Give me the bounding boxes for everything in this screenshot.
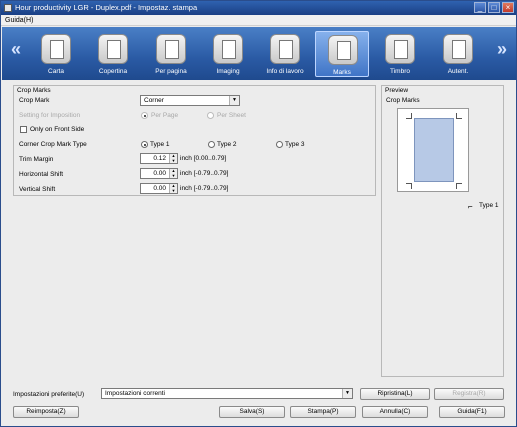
front-only-label: Only on Front Side	[30, 126, 85, 133]
crop-mark-top-right	[456, 113, 462, 119]
horizontal-shift-value: 0.00	[153, 170, 166, 177]
imposition-label: Setting for Imposition	[19, 112, 81, 119]
tab-label: Info di lavoro	[266, 68, 304, 75]
per-page-radio	[141, 112, 148, 119]
tab-imaging[interactable]: Imaging	[201, 31, 255, 77]
paper-icon	[41, 34, 71, 64]
per-page-icon	[156, 34, 186, 64]
tab-info-di-lavoro[interactable]: Info di lavoro	[258, 31, 312, 77]
presets-label: Impostazioni preferite(U)	[13, 391, 85, 398]
tab-label: Autent.	[447, 68, 469, 75]
horizontal-shift-label: Horizontal Shift	[19, 171, 64, 178]
trim-margin-stepper[interactable]: 0.12 ▲ ▼	[140, 153, 178, 164]
group-title: Crop Marks	[17, 87, 51, 94]
per-sheet-label: Per Sheet	[217, 112, 246, 119]
crop-mark-select[interactable]: Corner ▼	[140, 95, 240, 106]
preview-page	[397, 108, 469, 192]
stepper-arrows-icon[interactable]: ▲ ▼	[169, 153, 177, 163]
type1-radio[interactable]	[141, 141, 148, 148]
preview-group: Preview Crop Marks ⌐ Type 1	[381, 85, 504, 377]
crop-mark-label: Crop Mark	[19, 97, 50, 104]
preview-type-label: Type 1	[479, 202, 499, 209]
tab-per-pagina[interactable]: Per pagina	[144, 31, 198, 77]
preview-subtitle: Crop Marks	[386, 97, 420, 104]
print-settings-window: Hour productivity LGR - Duplex.pdf - Imp…	[0, 0, 517, 427]
cancel-button[interactable]: Annulla(C)	[362, 406, 428, 418]
save-button[interactable]: Salva(S)	[219, 406, 285, 418]
menu-bar: Guida(H)	[1, 15, 516, 26]
menu-guide[interactable]: Guida(H)	[5, 17, 33, 24]
front-only-checkbox[interactable]	[20, 126, 27, 133]
vertical-shift-stepper[interactable]: 0.00 ▲ ▼	[140, 183, 178, 194]
type3-radio[interactable]	[276, 141, 283, 148]
job-info-icon	[270, 34, 300, 64]
type1-label: Type 1	[150, 141, 170, 148]
tab-label: Timbro	[390, 68, 410, 75]
app-icon	[4, 4, 12, 12]
tab-label: Imaging	[216, 68, 240, 75]
stamp-icon	[385, 34, 415, 64]
scroll-right-icon[interactable]: »	[497, 39, 507, 60]
type3-label: Type 3	[285, 141, 305, 148]
crop-mark-bottom-right	[456, 183, 462, 189]
tab-label: Carta	[48, 68, 64, 75]
corner-type-label: Corner Crop Mark Type	[19, 141, 87, 148]
minimize-button[interactable]: _	[474, 2, 486, 13]
trim-margin-range: inch [0.00..0.79]	[180, 155, 227, 162]
preview-title: Preview	[385, 87, 409, 94]
tab-label: Copertina	[98, 68, 128, 75]
chevron-down-icon: ▼	[229, 96, 239, 105]
crop-mark-bottom-left	[406, 183, 412, 189]
trim-margin-label: Trim Margin	[19, 156, 54, 163]
stepper-arrows-icon[interactable]: ▲ ▼	[169, 183, 177, 193]
close-button[interactable]: ×	[502, 2, 514, 13]
vertical-shift-label: Vertical Shift	[19, 186, 56, 193]
horizontal-shift-stepper[interactable]: 0.00 ▲ ▼	[140, 168, 178, 179]
horizontal-shift-range: inch [-0.79..0.79]	[180, 170, 229, 177]
authentication-icon	[443, 34, 473, 64]
chevron-down-icon: ▼	[342, 389, 352, 398]
crop-mark-value: Corner	[144, 97, 164, 104]
crop-mark-top-left	[406, 113, 412, 119]
vertical-shift-value: 0.00	[153, 185, 166, 192]
title-bar: Hour productivity LGR - Duplex.pdf - Imp…	[1, 1, 516, 15]
vertical-shift-range: inch [-0.79..0.79]	[180, 185, 229, 192]
type2-radio[interactable]	[208, 141, 215, 148]
stepper-arrows-icon[interactable]: ▲ ▼	[169, 168, 177, 178]
settings-toolbar: « Carta Copertina Per pagina Imaging Inf…	[2, 27, 516, 80]
scroll-left-icon[interactable]: «	[11, 39, 21, 60]
tab-timbro[interactable]: Timbro	[373, 31, 427, 77]
corner-mark-type-icon: ⌐	[468, 202, 473, 211]
maximize-button[interactable]: □	[488, 2, 500, 13]
tab-marks[interactable]: Marks	[315, 31, 369, 77]
crop-marks-group: Crop Marks Crop Mark Corner ▼ Setting fo…	[13, 85, 376, 196]
restore-button[interactable]: Ripristina(L)	[360, 388, 430, 400]
window-title: Hour productivity LGR - Duplex.pdf - Imp…	[15, 3, 198, 12]
cover-icon	[98, 34, 128, 64]
tab-label: Marks	[333, 69, 351, 76]
tab-label: Per pagina	[155, 68, 187, 75]
per-sheet-radio	[207, 112, 214, 119]
trim-margin-value: 0.12	[153, 155, 166, 162]
printable-area	[414, 118, 454, 182]
type2-label: Type 2	[217, 141, 237, 148]
register-button: Registra(R)	[434, 388, 504, 400]
help-button[interactable]: Guida(F1)	[439, 406, 505, 418]
print-button[interactable]: Stampa(P)	[290, 406, 356, 418]
tab-carta[interactable]: Carta	[29, 31, 83, 77]
reset-button[interactable]: Reimposta(Z)	[13, 406, 79, 418]
tab-copertina[interactable]: Copertina	[86, 31, 140, 77]
presets-select[interactable]: Impostazioni correnti ▼	[101, 388, 353, 399]
tab-autent[interactable]: Autent.	[431, 31, 485, 77]
marks-icon	[328, 35, 358, 65]
imaging-icon	[213, 34, 243, 64]
presets-value: Impostazioni correnti	[105, 390, 165, 397]
per-page-label: Per Page	[151, 112, 179, 119]
